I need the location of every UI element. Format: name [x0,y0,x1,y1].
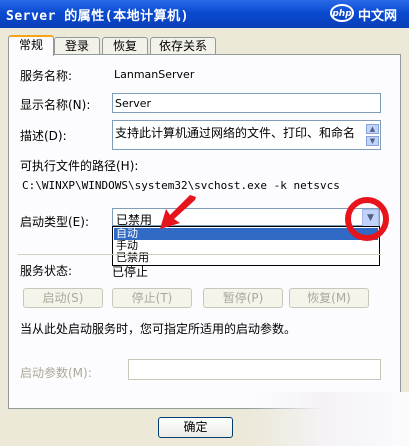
start-button[interactable]: 启动(S) [23,288,103,308]
description-field[interactable]: 支持此计算机通过网络的文件、打印、和命名 ▲ ▼ [112,120,381,150]
exe-path-value: C:\WINXP\WINDOWS\system32\svchost.exe -k… [22,179,340,192]
scroll-up-button[interactable]: ▲ [366,124,379,134]
params-label: 启动参数(M): [20,366,92,380]
watermark-logo: php [330,4,354,22]
watermark-text: 中文网 [358,9,398,24]
status-label: 服务状态: [20,264,73,278]
resume-button[interactable]: 恢复(M) [289,288,369,308]
description-value: 支持此计算机通过网络的文件、打印、和命名 [115,126,356,140]
tab-dependencies[interactable]: 依存关系 [150,37,216,54]
divider [18,254,381,255]
title-bar[interactable]: Server 的属性(本地计算机) php 中文网 [0,0,409,28]
startup-type-combo[interactable]: 已禁用 ▼ [112,208,380,227]
service-name-value: LanmanServer [114,68,195,81]
startup-type-label: 启动类型(E): [20,215,89,229]
status-value: 已停止 [112,265,149,279]
pause-button[interactable]: 暂停(P) [203,288,283,308]
option-manual[interactable]: 手动 [114,240,378,252]
highlight-circle [345,197,389,241]
red-arrow-icon [160,195,196,229]
tab-recovery[interactable]: 恢复 [102,37,148,54]
option-automatic[interactable]: 自动 [114,228,378,240]
params-field[interactable] [128,359,381,380]
display-name-field[interactable]: Server [112,93,381,113]
tab-logon[interactable]: 登录 [54,37,100,54]
startup-type-dropdown: 自动 手动 已禁用 [112,226,380,266]
display-name-value: Server [115,97,152,110]
exe-path-label: 可执行文件的路径(H): [20,159,139,173]
tab-general[interactable]: 常规 [8,35,54,56]
params-hint: 当从此处启动服务时，您可指定所适用的启动参数。 [20,322,297,336]
ok-button[interactable]: 确定 [158,417,233,438]
stop-button[interactable]: 停止(T) [112,288,192,308]
display-name-label: 显示名称(N): [20,98,91,112]
scroll-down-button[interactable]: ▼ [366,136,379,146]
blurred-region [250,392,409,446]
description-label: 描述(D): [20,129,67,143]
window-title: Server 的属性(本地计算机) [6,9,189,24]
service-name-label: 服务名称: [20,69,73,83]
